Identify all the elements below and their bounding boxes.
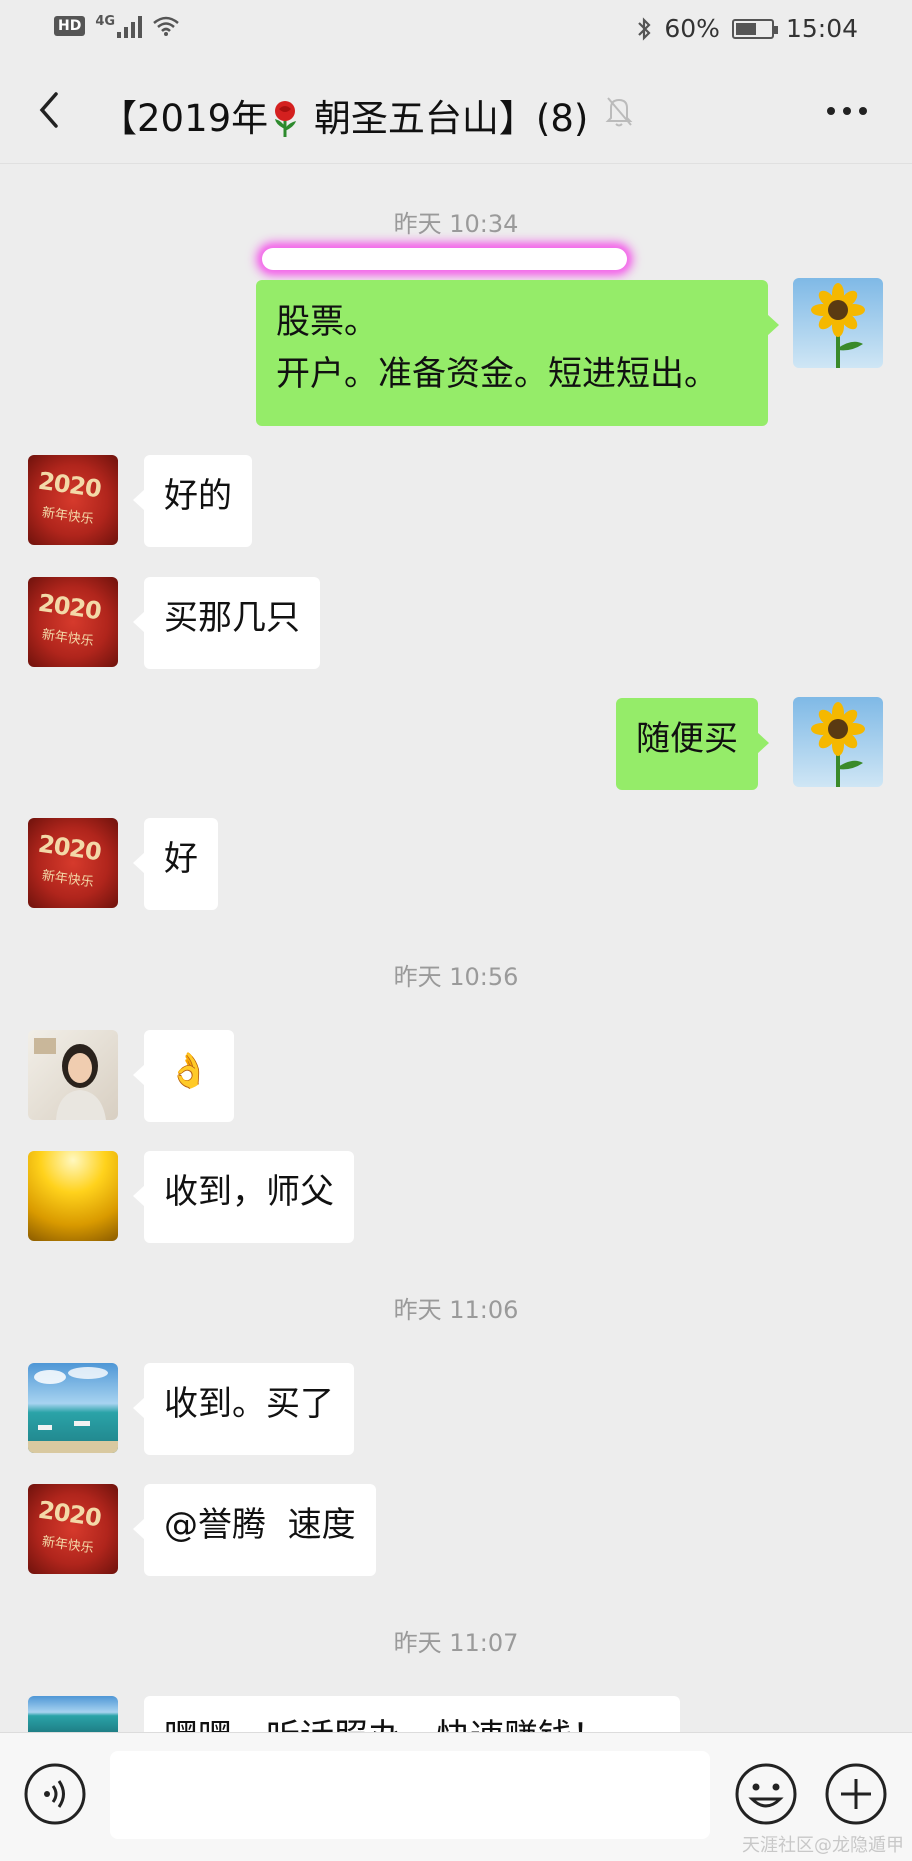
chat-title: 【2019年 朝圣五台山】(8) [100,97,589,140]
add-more-icon[interactable] [823,1761,889,1827]
chat-header: 【2019年 朝圣五台山】(8) [0,58,912,164]
network-type: 4G [95,13,116,29]
watermark: 天涯社区@龙隐遁甲 [742,1835,904,1856]
message-bubble-incoming[interactable]: 好 [133,818,218,910]
back-icon[interactable] [28,84,72,136]
voice-input-icon[interactable] [22,1761,88,1827]
avatar-self[interactable] [793,278,883,368]
avatar-member-lady[interactable] [28,1030,118,1120]
portrait-icon [34,1038,106,1120]
beach-icon [28,1367,118,1453]
avatar-member-2020[interactable]: 2020 新年快乐 [28,818,118,908]
message-bubble-incoming[interactable]: 收到，师父 [133,1151,354,1243]
rose-icon [275,101,297,137]
message-bubble-incoming[interactable]: @誉腾 速度 [133,1484,376,1576]
battery-icon [731,18,778,39]
message-bubble-outgoing[interactable]: 股票。 开户。准备资金。短进短出。 [256,280,779,426]
message-bubble-incoming[interactable]: 嘿嘿，听话照办，快速赚钱！ [144,1696,680,1732]
wifi-icon [153,16,179,36]
avatar-member-beach[interactable] [28,1696,118,1732]
timestamp: 昨天 11:07 [393,1629,519,1657]
message-bubble-outgoing[interactable]: 随便买 [616,698,769,790]
message-bubble-incoming[interactable]: 收到。买了 [133,1363,354,1455]
avatar-self[interactable] [793,697,883,787]
highlight-scribble [262,248,627,270]
sunflower-icon [811,702,865,787]
bluetooth-icon [638,16,651,41]
hd-indicator: HD [54,16,86,36]
message-clip: 嘿嘿，听话照办，快速赚钱！ [144,1696,680,1732]
clock: 15:04 [785,14,858,43]
avatar-member-flowers[interactable] [28,1151,118,1241]
timestamp: 昨天 10:56 [393,963,519,991]
ok-hand-icon: 👌 [167,1051,211,1091]
avatar-member-2020[interactable]: 2020 新年快乐 [28,455,118,545]
avatar-member-beach[interactable] [28,1363,118,1453]
more-options-icon[interactable] [822,94,872,128]
status-bar: HD 4G 60% 15:04 [0,0,912,58]
battery-percent: 60% [664,14,720,43]
message-bubble-incoming[interactable]: 好的 [133,455,252,547]
sunflower-icon [811,283,865,368]
message-input[interactable] [110,1751,710,1839]
mute-bell-icon [605,97,633,127]
timestamp: 昨天 11:06 [393,1296,519,1324]
message-bubble-incoming[interactable]: 买那几只 [133,577,320,669]
timestamp: 昨天 10:34 [393,210,519,238]
avatar-member-2020[interactable]: 2020 新年快乐 [28,1484,118,1574]
avatar-member-2020[interactable]: 2020 新年快乐 [28,577,118,667]
message-bubble-incoming[interactable]: 👌 [133,1030,234,1122]
emoji-icon[interactable] [733,1761,799,1827]
signal-icon [117,14,143,38]
